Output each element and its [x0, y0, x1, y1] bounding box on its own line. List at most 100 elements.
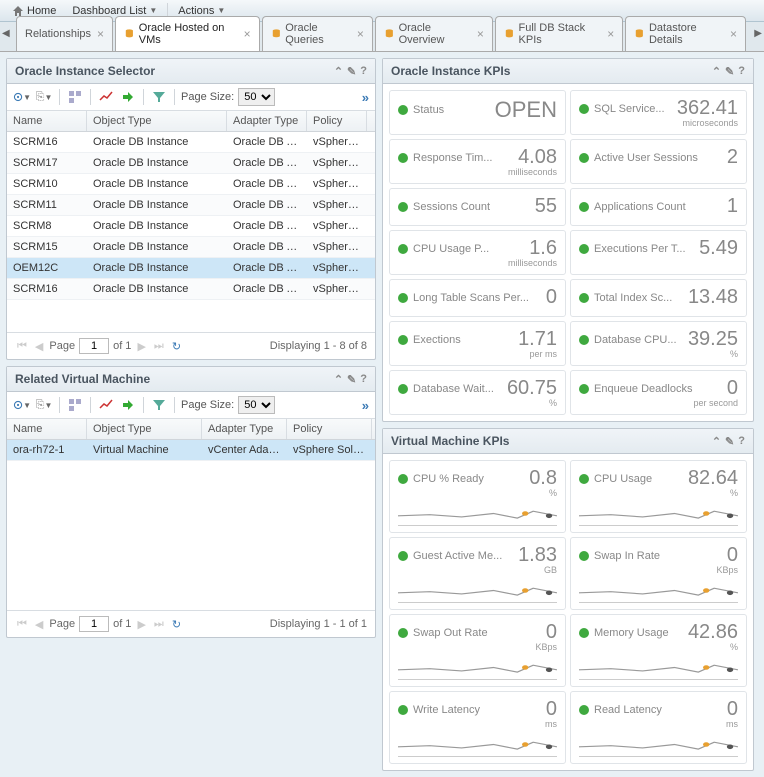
prev-page[interactable]: ◀	[33, 340, 45, 353]
more-button[interactable]: »	[362, 90, 369, 105]
next-page[interactable]: ▶	[135, 340, 147, 353]
tab-scroll-right[interactable]: ▶	[754, 28, 762, 39]
chart-icon[interactable]	[97, 396, 115, 414]
table-row[interactable]: SCRM17Oracle DB InstanceOracle DB Ad...v…	[7, 153, 375, 174]
chart-icon[interactable]	[97, 88, 115, 106]
page-size-select[interactable]: 50	[238, 396, 275, 414]
help-icon[interactable]: ?	[360, 373, 367, 385]
kpi-card[interactable]: CPU % Ready0.8%	[389, 460, 566, 533]
edit-icon[interactable]: ✎	[725, 435, 734, 448]
kpi-card[interactable]: Swap Out Rate0KBps	[389, 614, 566, 687]
kpi-card[interactable]: CPU Usage82.64%	[570, 460, 747, 533]
page-size-label: Page Size:	[181, 399, 234, 411]
edit-icon[interactable]: ✎	[347, 65, 356, 78]
kpi-card[interactable]: SQL Service...362.41microseconds	[570, 90, 747, 135]
kpi-card[interactable]: Database CPU...39.25%	[570, 321, 747, 366]
first-page[interactable]: ⏮	[15, 618, 29, 631]
refresh-icon[interactable]	[170, 340, 183, 353]
action-dropdown[interactable]: ⎘▼	[35, 396, 53, 414]
table-row[interactable]: OEM12COracle DB InstanceOracle DB Ad...v…	[7, 258, 375, 279]
page-input[interactable]	[79, 338, 109, 354]
first-page[interactable]: ⏮	[15, 340, 29, 353]
gear-dropdown[interactable]: ▼	[13, 88, 31, 106]
dashboard-icon[interactable]	[66, 88, 84, 106]
next-page[interactable]: ▶	[135, 618, 147, 631]
kpi-card[interactable]: StatusOPEN	[389, 90, 566, 135]
collapse-icon[interactable]: ⌃	[334, 65, 343, 78]
page-size-select[interactable]: 50	[238, 88, 275, 106]
table-row[interactable]: SCRM11Oracle DB InstanceOracle DB Ad...v…	[7, 195, 375, 216]
tab-relationships[interactable]: Relationships×	[16, 16, 113, 51]
tab-oracle-queries[interactable]: Oracle Queries×	[262, 16, 373, 51]
filter-icon[interactable]	[150, 88, 168, 106]
col-object-type[interactable]: Object Type	[87, 419, 202, 439]
kpi-card[interactable]: Read Latency0ms	[570, 691, 747, 764]
export-icon[interactable]	[119, 396, 137, 414]
tab-oracle-hosted-on-vms[interactable]: Oracle Hosted on VMs×	[115, 16, 260, 51]
kpi-card[interactable]: Total Index Sc...13.48	[570, 279, 747, 317]
cell-object-type: Oracle DB Instance	[87, 216, 227, 236]
close-icon[interactable]: ×	[357, 27, 364, 41]
kpi-card[interactable]: Memory Usage42.86%	[570, 614, 747, 687]
collapse-icon[interactable]: ⌃	[712, 435, 721, 448]
kpi-card[interactable]: Write Latency0ms	[389, 691, 566, 764]
col-name[interactable]: Name	[7, 111, 87, 131]
export-icon[interactable]	[119, 88, 137, 106]
kpi-card[interactable]: Response Tim...4.08milliseconds	[389, 139, 566, 184]
table-row[interactable]: SCRM8Oracle DB InstanceOracle DB Ad...vS…	[7, 216, 375, 237]
kpi-card[interactable]: Guest Active Me...1.83GB	[389, 537, 566, 610]
col-policy[interactable]: Policy	[287, 419, 372, 439]
kpi-card[interactable]: Database Wait...60.75%	[389, 370, 566, 415]
kpi-card[interactable]: Sessions Count55	[389, 188, 566, 226]
last-page[interactable]: ⏭	[152, 340, 166, 353]
tab-full-db-stack-kpis[interactable]: Full DB Stack KPIs×	[495, 16, 623, 51]
col-object-type[interactable]: Object Type	[87, 111, 227, 131]
dashboard-icon[interactable]	[66, 396, 84, 414]
close-icon[interactable]: ×	[477, 27, 484, 41]
kpi-card[interactable]: CPU Usage P...1.6milliseconds	[389, 230, 566, 275]
tab-scroll-left[interactable]: ◀	[2, 28, 10, 39]
table-row[interactable]: ora-rh72-1Virtual MachinevCenter Adap...…	[7, 440, 375, 461]
pager: ⏮ ◀ Page of 1 ▶ ⏭ Displaying 1 - 1 of 1	[7, 610, 375, 637]
help-icon[interactable]: ?	[738, 65, 745, 77]
kpi-card[interactable]: Executions Per T...5.49	[570, 230, 747, 275]
gear-dropdown[interactable]: ▼	[13, 396, 31, 414]
kpi-card[interactable]: Applications Count1	[570, 188, 747, 226]
page-input[interactable]	[79, 616, 109, 632]
col-adapter-type[interactable]: Adapter Type	[202, 419, 287, 439]
action-dropdown[interactable]: ⎘▼	[35, 88, 53, 106]
kpi-card[interactable]: Swap In Rate0KBps	[570, 537, 747, 610]
table-row[interactable]: SCRM16Oracle DB InstanceOracle DB Ad...v…	[7, 132, 375, 153]
refresh-icon[interactable]	[170, 618, 183, 631]
cell-policy: vSphere Sc	[307, 174, 367, 194]
close-icon[interactable]: ×	[244, 27, 251, 41]
collapse-icon[interactable]: ⌃	[334, 373, 343, 386]
kpi-value: 4.08	[518, 146, 557, 169]
kpi-card[interactable]: Exections1.71per ms	[389, 321, 566, 366]
tab-oracle-overview[interactable]: Oracle Overview×	[375, 16, 493, 51]
edit-icon[interactable]: ✎	[347, 373, 356, 386]
col-name[interactable]: Name	[7, 419, 87, 439]
kpi-label: Long Table Scans Per...	[398, 292, 542, 304]
help-icon[interactable]: ?	[360, 65, 367, 77]
close-icon[interactable]: ×	[97, 27, 104, 41]
close-icon[interactable]: ×	[607, 27, 614, 41]
filter-icon[interactable]	[150, 396, 168, 414]
kpi-card[interactable]: Enqueue Deadlocks0per second	[570, 370, 747, 415]
edit-icon[interactable]: ✎	[725, 65, 734, 78]
kpi-card[interactable]: Active User Sessions2	[570, 139, 747, 184]
collapse-icon[interactable]: ⌃	[712, 65, 721, 78]
table-row[interactable]: SCRM16Oracle DB InstanceOracle DB Ad...v…	[7, 279, 375, 300]
help-icon[interactable]: ?	[738, 435, 745, 447]
more-button[interactable]: »	[362, 398, 369, 413]
table-row[interactable]: SCRM15Oracle DB InstanceOracle DB Ad...v…	[7, 237, 375, 258]
kpi-card[interactable]: Long Table Scans Per...0	[389, 279, 566, 317]
last-page[interactable]: ⏭	[152, 618, 166, 631]
table-row[interactable]: SCRM10Oracle DB InstanceOracle DB Ad...v…	[7, 174, 375, 195]
prev-page[interactable]: ◀	[33, 618, 45, 631]
tab-datastore-details[interactable]: Datastore Details×	[625, 16, 746, 51]
cell-adapter-type: Oracle DB Ad...	[227, 279, 307, 299]
col-adapter-type[interactable]: Adapter Type	[227, 111, 307, 131]
close-icon[interactable]: ×	[730, 27, 737, 41]
col-policy[interactable]: Policy	[307, 111, 367, 131]
